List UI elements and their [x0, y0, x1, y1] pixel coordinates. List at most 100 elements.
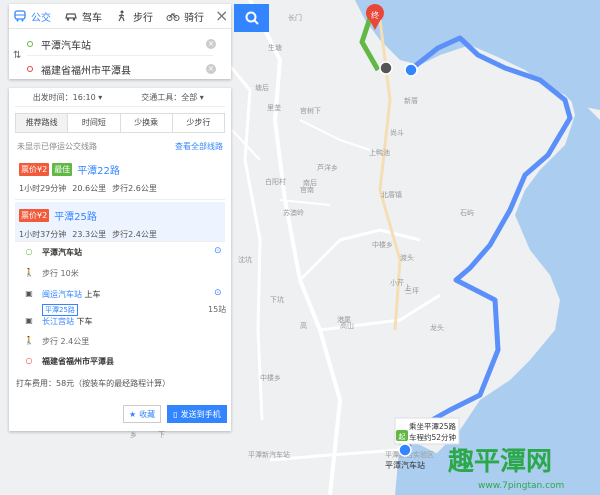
step-origin: ○ 平潭汽车站: [22, 247, 222, 258]
sort-fewest-transfers[interactable]: 少换乘: [121, 114, 173, 132]
map-place-label: 乡: [130, 431, 137, 439]
pin-icon[interactable]: ⊙: [214, 288, 222, 298]
transport-mode-tabs: 公交 驾车 步行 骑行: [9, 4, 231, 29]
notice-text: 未显示已停运公交线路: [17, 142, 97, 151]
origin-dot-icon: ○: [25, 247, 33, 256]
star-icon: ★: [129, 409, 137, 419]
step-destination: ○ 福建省福州市平潭县: [22, 356, 222, 367]
notice-row: 未显示已停运公交线路 查看全部线路: [17, 141, 223, 152]
swap-icon[interactable]: ⇅: [13, 50, 21, 61]
search-icon: [245, 11, 259, 25]
sort-least-walking[interactable]: 少步行: [173, 114, 224, 132]
map-place-label: 芦洋乡: [317, 163, 338, 172]
map-place-label: 长门: [288, 13, 302, 22]
close-icon[interactable]: ×: [215, 8, 228, 24]
map-place-label: 生塘: [268, 43, 282, 52]
step-walk-2: 🚶 步行 2.4公里: [22, 336, 222, 347]
plan-duration: 1小时29分钟: [19, 184, 67, 193]
destination-dot-icon: ○: [25, 356, 33, 365]
transport-type-select[interactable]: 交通工具：全部 ▾: [120, 92, 225, 103]
plan-walk: 步行2.4公里: [112, 230, 157, 239]
favorite-label: 收藏: [139, 409, 156, 419]
line-badge[interactable]: 平潭25路: [42, 304, 78, 316]
plan-distance: 20.6公里: [72, 184, 107, 193]
plan-line-name: 平潭25路: [54, 212, 97, 223]
map-place-label: 渡头: [400, 253, 414, 262]
search-button[interactable]: [234, 4, 269, 32]
clear-start-icon[interactable]: ×: [206, 39, 216, 49]
start-stop-marker: [398, 443, 412, 457]
view-all-lines-link[interactable]: 查看全部线路: [175, 141, 223, 152]
route-plan-1[interactable]: 票价¥2 最佳 平潭22路 1小时29分钟 20.6公里 步行2.6公里: [15, 156, 225, 200]
bus-icon: ▣: [25, 316, 33, 325]
map-place-label: 高: [300, 321, 307, 330]
end-field[interactable]: 福建省福州市平潭县 ×: [27, 58, 216, 80]
sort-shortest-time[interactable]: 时间短: [68, 114, 121, 132]
route-plan-2[interactable]: 票价¥2 平潭25路 1小时37分钟 23.3公里 步行2.4公里: [15, 202, 225, 242]
start-field[interactable]: 平潭汽车站 ×: [27, 33, 216, 56]
tab-bus[interactable]: 公交: [13, 9, 51, 24]
tab-bike-label: 骑行: [184, 12, 204, 24]
send-label: 发送到手机: [180, 409, 221, 419]
walk-icon: 🚶: [24, 336, 34, 345]
start-pin[interactable]: 起: [396, 430, 408, 441]
map-place-label: 下: [158, 431, 165, 439]
favorite-button[interactable]: ★ 收藏: [123, 405, 162, 423]
step-origin-label: 平潭汽车站: [42, 248, 82, 257]
bus-icon: ▣: [25, 289, 33, 298]
pin-icon[interactable]: ⊙: [214, 246, 222, 256]
depart-time-select[interactable]: 出发时间：16:10 ▾: [15, 92, 120, 103]
stop-count: 15站: [208, 305, 227, 314]
start-dot-icon: [27, 41, 33, 47]
step-board: ▣ 闽运汽车站 上车: [22, 289, 222, 300]
clear-end-icon[interactable]: ×: [206, 64, 216, 74]
tab-car[interactable]: 驾车: [64, 9, 102, 24]
route-search-panel: 公交 驾车 步行 骑行 × ⇅ 平潭汽车站 × 福建省福州市平潭县 ×: [9, 4, 231, 79]
map-place-label: 小芹: [390, 278, 404, 287]
send-to-phone-button[interactable]: ▯ 发送到手机: [167, 405, 227, 423]
action-buttons: ★ 收藏 ▯ 发送到手机: [123, 405, 227, 423]
tab-bus-label: 公交: [31, 12, 51, 24]
taxi-fare-note: 打车费用：58元（按装车的最经路程计算）: [16, 379, 171, 388]
alight-stop-link[interactable]: 长江宫站: [42, 317, 74, 326]
end-value: 福建省福州市平潭县: [41, 65, 131, 77]
step-walk-1: 🚶 步行 10米: [22, 268, 222, 279]
board-stop-link[interactable]: 闽运汽车站: [42, 290, 82, 299]
plan-distance: 23.3公里: [72, 230, 107, 239]
tab-walk-label: 步行: [133, 12, 153, 24]
map-place-label: 沈坑: [238, 255, 252, 264]
step-walk-1-label: 步行 10米: [42, 269, 79, 278]
map-place-label: 石屿: [460, 208, 474, 217]
step-destination-label: 福建省福州市平潭县: [42, 357, 114, 366]
plan-line-name: 平潭22路: [77, 166, 120, 177]
end-dot-icon: [27, 66, 33, 72]
route-options: 出发时间：16:10 ▾ 交通工具：全部 ▾: [15, 88, 225, 107]
plan-duration: 1小时37分钟: [19, 230, 67, 239]
start-pin-label: 起: [399, 433, 406, 441]
walk-icon: 🚶: [24, 268, 34, 277]
bike-icon: [166, 13, 180, 21]
tab-bike[interactable]: 骑行: [166, 9, 204, 24]
plan-walk: 步行2.6公里: [112, 184, 157, 193]
map-place-label: 白阳村: [265, 177, 286, 186]
map-place-label: 尚斗: [390, 128, 404, 137]
sort-recommended[interactable]: 推荐路线: [16, 114, 69, 132]
map-place-label: 龙头: [430, 323, 444, 332]
bubble-line2: 车程约52分钟: [409, 432, 457, 442]
map-place-label: 平潭新汽车站: [248, 450, 290, 459]
map-place-label: 中楼乡: [372, 240, 393, 249]
start-stop-label: 平潭汽车站: [385, 460, 425, 470]
watermark-title: 趣平潭网: [447, 447, 552, 477]
best-badge: 最佳: [52, 163, 73, 176]
tab-walk[interactable]: 步行: [115, 9, 153, 24]
map-place-label: 官南: [300, 185, 314, 194]
walk-icon: [118, 10, 125, 22]
map-place-label: 里垄: [267, 103, 281, 112]
map-place-label: 上鸭池: [369, 148, 390, 157]
phone-icon: ▯: [173, 409, 178, 419]
step-alight: ▣ 长江宫站 下车: [22, 316, 222, 327]
sort-tabs: 推荐路线 时间短 少换乘 少步行: [15, 113, 225, 133]
destination-pin-label: 终: [371, 10, 379, 20]
car-icon: [65, 13, 77, 21]
fare-badge: 票价¥2: [19, 209, 50, 222]
